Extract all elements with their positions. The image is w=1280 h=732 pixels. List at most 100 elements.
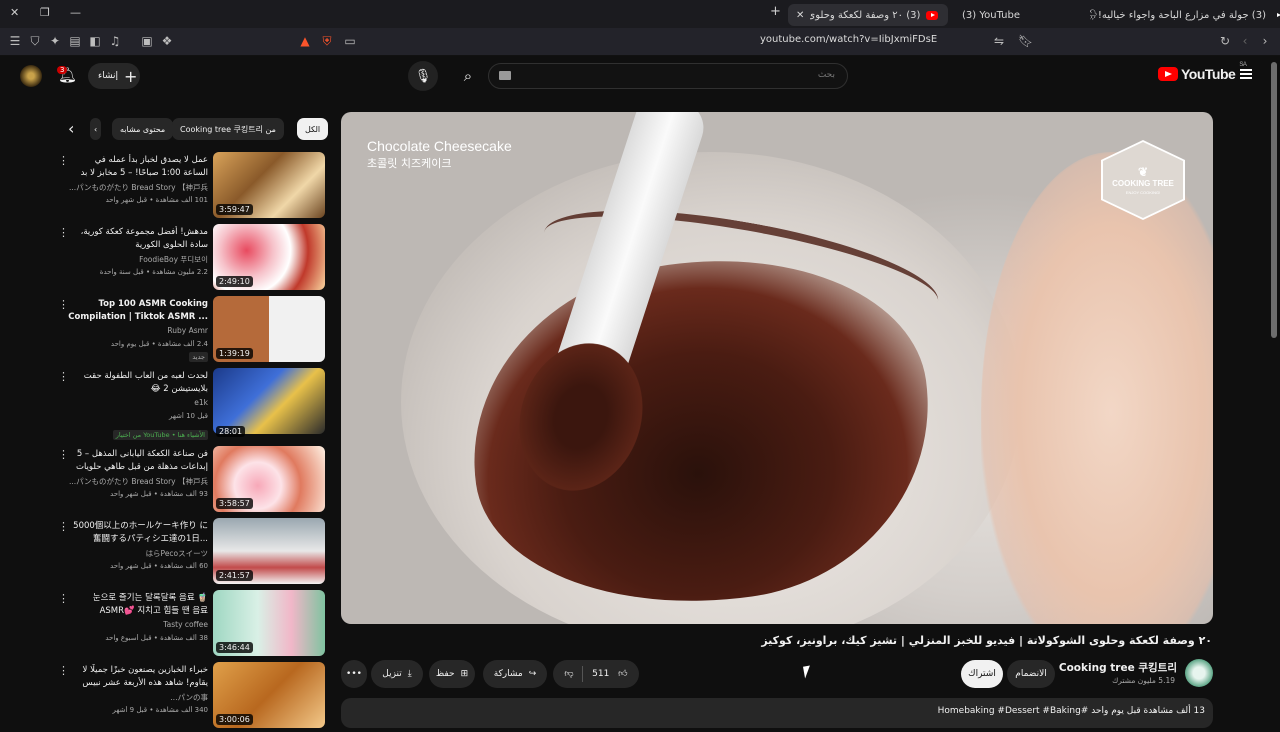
list-item[interactable]: ⋮ 5000個以上のホールケーキ作り に奮闘するパティシエ達の1日... はらP… bbox=[58, 518, 330, 588]
more-options-icon[interactable]: ⋮ bbox=[58, 592, 69, 605]
duration-badge: 3:46:44 bbox=[216, 642, 253, 653]
chip-overflow[interactable]: ‹ bbox=[90, 118, 102, 140]
video-title[interactable]: لحدت لعبه من العاب الطفولة حقت بلايستيشن… bbox=[68, 370, 208, 396]
maximize-window-icon[interactable]: ❐ bbox=[40, 6, 50, 19]
curated-badge: من اختيار YouTube • الأشياء هنا bbox=[112, 430, 208, 440]
video-title[interactable]: 5000個以上のホールケーキ作り に奮闘するパティシエ達の1日... bbox=[68, 520, 208, 546]
more-actions-button[interactable]: ••• bbox=[341, 660, 367, 688]
video-meta: 93 ألف مشاهدة • قبل شهر واحد bbox=[110, 490, 208, 498]
more-options-icon[interactable]: ⋮ bbox=[58, 226, 69, 239]
save-label: حفظ bbox=[435, 669, 455, 679]
more-options-icon[interactable]: ⋮ bbox=[58, 520, 69, 533]
list-item[interactable]: ⋮ لحدت لعبه من العاب الطفولة حقت بلايستي… bbox=[58, 368, 330, 444]
new-tab-icon[interactable]: + bbox=[770, 4, 781, 19]
join-button[interactable]: الانضمام bbox=[1007, 660, 1055, 688]
search-button[interactable]: ⌕ bbox=[453, 61, 483, 91]
reader-icon[interactable]: ▭ bbox=[343, 34, 357, 48]
share-button[interactable]: مشاركة ↪ bbox=[483, 660, 547, 688]
list-item[interactable]: ⋮ خبراء الخبازين يصنعون خبزًا جميلًا لا … bbox=[58, 662, 330, 732]
tab-youtube[interactable]: (3) YouTube bbox=[954, 4, 1064, 26]
dislike-icon[interactable]: 👎︎ bbox=[564, 669, 573, 679]
divider bbox=[582, 666, 584, 682]
subscribe-button[interactable]: اشتراك bbox=[961, 660, 1003, 688]
video-player[interactable]: Chocolate Cheesecake 초콜릿 치즈케이크 ❦ COOKING… bbox=[341, 112, 1213, 624]
forward-icon[interactable]: › bbox=[1258, 34, 1272, 48]
tab-label: (3) ٢٠ وصفة لكعكة وحلوى الشو... bbox=[810, 9, 921, 21]
channel-name[interactable]: パンものがたり Bread Story 【神戸兵... bbox=[68, 182, 208, 193]
list-item[interactable]: ⋮ Top 100 ASMR Cooking Compilation | Tik… bbox=[58, 296, 330, 366]
minimize-window-icon[interactable]: — bbox=[70, 6, 81, 19]
create-button[interactable]: إنشاء + bbox=[88, 63, 140, 89]
download-label: تنزيل bbox=[382, 669, 402, 679]
chip-from-channel[interactable]: من Cooking tree 쿠킹트리 bbox=[172, 118, 284, 140]
extensions-icon[interactable]: ❖ bbox=[160, 34, 174, 48]
voice-search-button[interactable]: 🎙︎ bbox=[408, 61, 438, 91]
subscribe-label: اشتراك bbox=[968, 669, 996, 679]
music-icon[interactable]: ♫ bbox=[108, 34, 122, 48]
tab-label: (3) YouTube bbox=[962, 9, 1021, 21]
more-options-icon[interactable]: ⋮ bbox=[58, 448, 69, 461]
video-title[interactable]: 🧋 눈으로 즐기는 달록달록 음료 ASMR💕 지치고 힘들 땐 음료 bbox=[68, 592, 208, 618]
description-box[interactable]: 13 ألف مشاهدة قبل يوم واحد #Homebaking #… bbox=[341, 698, 1213, 728]
save-button[interactable]: حفظ ⊞ bbox=[429, 660, 475, 688]
chevron-left-icon[interactable]: ‹ bbox=[68, 119, 74, 138]
channel-name[interactable]: Tasty coffee bbox=[68, 620, 208, 629]
channel-name[interactable]: パンものがたり Bread Story 【神戸兵... bbox=[68, 476, 208, 487]
youtube-logo[interactable]: YouTube SA bbox=[1158, 62, 1247, 82]
video-meta: 60 ألف مشاهدة • قبل شهر واحد bbox=[110, 562, 208, 570]
video-title[interactable]: عمل لا يصدق لخباز بدأ عمله في الساعة 1:0… bbox=[68, 154, 208, 180]
page-scrollbar[interactable] bbox=[1271, 62, 1277, 338]
more-options-icon[interactable]: ⋮ bbox=[58, 664, 69, 677]
like-icon[interactable]: 👍︎ bbox=[618, 669, 627, 679]
video-meta: 101 ألف مشاهدة • قبل شهر واحد bbox=[105, 196, 208, 204]
channel-name[interactable]: FoodieBoy 푸디보이 bbox=[68, 254, 208, 265]
channel-name[interactable]: e1k bbox=[68, 398, 208, 407]
brave-shield-icon[interactable]: ⛨ bbox=[320, 34, 334, 48]
tab-active[interactable]: ✕ (3) ٢٠ وصفة لكعكة وحلوى الشو... bbox=[788, 4, 948, 26]
keyboard-icon[interactable] bbox=[499, 71, 511, 80]
chip-all[interactable]: الكل bbox=[297, 118, 329, 140]
sidebar-icon[interactable]: ◧ bbox=[88, 34, 102, 48]
download-button[interactable]: تنزيل ⤓ bbox=[371, 660, 423, 688]
puzzle-icon[interactable]: ✦ bbox=[48, 34, 62, 48]
video-title[interactable]: خبراء الخبازين يصنعون خبزًا جميلًا لا يق… bbox=[68, 664, 208, 690]
plus-icon: + bbox=[124, 66, 138, 86]
video-thumbnail[interactable] bbox=[213, 368, 325, 434]
chip-similar[interactable]: محتوى مشابه bbox=[112, 118, 174, 140]
avatar[interactable] bbox=[20, 65, 42, 87]
logo-text: YouTube bbox=[1181, 66, 1236, 82]
back-icon[interactable]: ‹ bbox=[1238, 34, 1252, 48]
brave-rewards-icon[interactable]: ▲ bbox=[298, 34, 312, 48]
channel-name[interactable]: はらPecoスイーツ bbox=[68, 548, 208, 559]
list-item[interactable]: ⋮ مدهش! أفضل مجموعة كعكة كورية، سادة الح… bbox=[58, 224, 330, 294]
close-tab-icon[interactable]: ✕ bbox=[796, 10, 804, 21]
more-options-icon[interactable]: ⋮ bbox=[58, 154, 69, 167]
channel-name-label[interactable]: Cooking tree 쿠킹트리 bbox=[1059, 660, 1177, 675]
more-options-icon[interactable]: ⋮ bbox=[58, 370, 69, 383]
menu-icon[interactable]: ☰ bbox=[8, 34, 22, 48]
address-bar[interactable]: youtube.com/watch?v=IibJxmiFDsE bbox=[760, 34, 937, 45]
list-item[interactable]: ⋮ عمل لا يصدق لخباز بدأ عمله في الساعة 1… bbox=[58, 152, 330, 222]
channel-name[interactable]: Ruby Asmr bbox=[68, 326, 208, 335]
more-horizontal-icon: ••• bbox=[346, 669, 362, 679]
tab-other[interactable]: (3) جولة في مزارع الباحة واجواء خياليه!🌧 bbox=[1090, 4, 1280, 26]
channel-avatar[interactable] bbox=[1185, 659, 1213, 687]
more-options-icon[interactable]: ⋮ bbox=[58, 298, 69, 311]
reload-icon[interactable]: ↻ bbox=[1218, 34, 1232, 48]
bookmark-icon[interactable]: 🔖︎ bbox=[1018, 34, 1033, 48]
list-item[interactable]: ⋮ فن صناعة الكعكة اليابانى المذهل – 5 إب… bbox=[58, 446, 330, 516]
video-title[interactable]: Top 100 ASMR Cooking Compilation | Tikto… bbox=[68, 298, 208, 324]
video-title[interactable]: فن صناعة الكعكة اليابانى المذهل – 5 إبدا… bbox=[68, 448, 208, 474]
tune-icon[interactable]: ⇋ bbox=[992, 34, 1006, 48]
browser-tab-bar: ✕ ❐ — + ✕ (3) ٢٠ وصفة لكعكة وحلوى الشو..… bbox=[0, 0, 1280, 28]
video-title[interactable]: مدهش! أفضل مجموعة كعكة كورية، سادة الحلو… bbox=[68, 226, 208, 252]
screenshot-icon[interactable]: ▣ bbox=[140, 34, 154, 48]
search-input[interactable]: بحث bbox=[488, 63, 848, 89]
guide-menu-icon[interactable] bbox=[1240, 69, 1252, 79]
history-icon[interactable]: ▤ bbox=[68, 34, 82, 48]
channel-name[interactable]: パンの事… bbox=[68, 692, 208, 703]
close-window-icon[interactable]: ✕ bbox=[10, 6, 19, 19]
shield-icon[interactable]: ⛉ bbox=[28, 34, 42, 48]
related-filter-chips: ‹ ‹ محتوى مشابه من Cooking tree 쿠킹트리 الك… bbox=[60, 116, 330, 142]
list-item[interactable]: ⋮ 🧋 눈으로 즐기는 달록달록 음료 ASMR💕 지치고 힘들 땐 음료 Ta… bbox=[58, 590, 330, 660]
